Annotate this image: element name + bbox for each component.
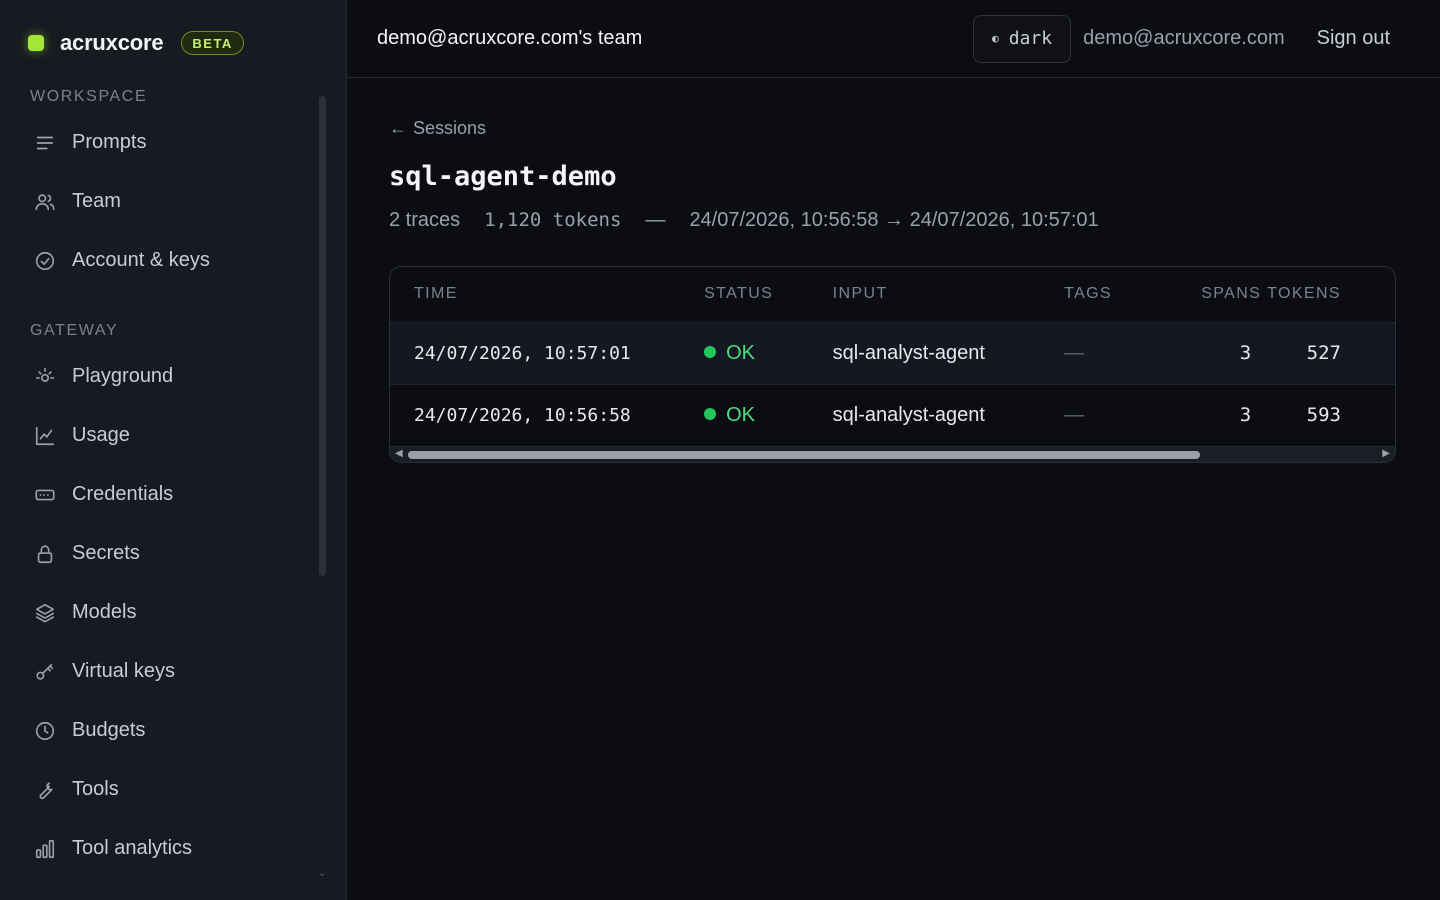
sidebar-item-tools[interactable]: Tools: [0, 760, 320, 819]
back-link-label: Sessions: [413, 117, 487, 138]
theme-toggle-button[interactable]: ◐ dark: [973, 14, 1072, 63]
team-switcher[interactable]: demo@acruxcore.com's team: [377, 27, 642, 50]
half-moon-icon: ◐: [992, 32, 999, 45]
sidebar-item-prompts[interactable]: Prompts: [0, 113, 320, 172]
cell-time: 24/07/2026, 10:56:58: [390, 383, 681, 446]
sidebar-item-budgets[interactable]: Budgets: [0, 701, 320, 760]
brand-name: acruxcore: [60, 30, 164, 55]
sidebar-item-label: Virtual keys: [72, 660, 176, 682]
meta-separator: —: [645, 208, 666, 231]
session-detail: ← Sessions sql-agent-demo 2 traces 1,120…: [347, 78, 1440, 463]
session-meta: 2 traces 1,120 tokens — 24/07/2026, 10:5…: [389, 206, 1440, 234]
traces-table: TIME STATUS INPUT TAGS SPANS TOKENS 24/0…: [389, 266, 1396, 463]
sidebar-item-usage[interactable]: Usage: [0, 406, 320, 465]
sidebar-item-secrets[interactable]: Secrets: [0, 524, 320, 583]
column-header-spans[interactable]: SPANS: [1151, 267, 1261, 322]
sidebar-item-label: Credentials: [72, 483, 174, 505]
column-header-input[interactable]: INPUT: [809, 267, 1040, 322]
sidebar-nav: WORKSPACE Prompts Team Account & keys GA…: [0, 86, 320, 878]
trace-count: 2 traces: [389, 208, 461, 231]
sidebar-item-team[interactable]: Team: [0, 172, 320, 231]
cell-tokens: 527: [1261, 321, 1395, 384]
layers-icon: [35, 603, 55, 623]
sidebar-item-models[interactable]: Models: [0, 583, 320, 642]
sidebar-item-virtual-keys[interactable]: Virtual keys: [0, 642, 320, 701]
column-header-tokens[interactable]: TOKENS: [1261, 267, 1395, 322]
sidebar-item-label: Usage: [72, 424, 130, 446]
status-ok-dot: [704, 345, 717, 358]
beta-badge: BETA: [181, 31, 244, 55]
brand[interactable]: acruxcore BETA: [0, 0, 346, 86]
topbar: demo@acruxcore.com's team ◐ dark demo@ac…: [347, 0, 1440, 78]
scroll-right-icon[interactable]: ▶: [1382, 448, 1390, 459]
users-icon: [35, 193, 55, 210]
section-label-gateway: GATEWAY: [30, 322, 119, 339]
sidebar-item-playground[interactable]: Playground: [0, 347, 320, 406]
sidebar-item-label: Models: [72, 601, 137, 623]
sun-icon: [35, 367, 55, 382]
time-range: 24/07/2026, 10:56:58 → 24/07/2026, 10:57…: [689, 208, 1099, 231]
back-to-sessions-link[interactable]: ← Sessions: [389, 116, 1440, 140]
theme-toggle-label: dark: [1008, 28, 1053, 49]
sidebar-item-account-keys[interactable]: Account & keys: [0, 231, 320, 290]
column-header-time[interactable]: TIME: [390, 267, 680, 322]
sidebar-item-tool-analytics[interactable]: Tool analytics: [0, 819, 320, 878]
cell-spans: 3: [1151, 383, 1262, 446]
scroll-down-icon[interactable]: ⌄: [318, 868, 326, 879]
cell-time: 24/07/2026, 10:57:01: [390, 321, 681, 384]
brand-logo-icon: [28, 35, 44, 51]
cell-tags: —: [1040, 321, 1152, 384]
page-title: sql-agent-demo: [389, 161, 617, 192]
lines-icon: [36, 136, 54, 149]
cell-tokens: 593: [1261, 383, 1395, 446]
user-email: demo@acruxcore.com: [1083, 27, 1285, 49]
card-icon: [35, 489, 55, 500]
scrollbar-thumb[interactable]: [408, 451, 1200, 459]
sidebar-item-label: Tool analytics: [72, 837, 193, 859]
sidebar-item-label: Account & keys: [72, 249, 210, 271]
table-row[interactable]: 24/07/2026, 10:57:01 OK sql-analyst-agen…: [390, 321, 1395, 384]
sidebar-item-credentials[interactable]: Credentials: [0, 465, 320, 524]
table-horizontal-scrollbar[interactable]: ◀ ▶: [390, 446, 1395, 462]
check-circle-icon: [35, 251, 55, 270]
token-count: 1,120 tokens: [484, 209, 622, 231]
sidebar: acruxcore BETA WORKSPACE Prompts Team Ac…: [0, 0, 347, 900]
clock-icon: [35, 721, 55, 740]
scroll-left-icon[interactable]: ◀: [395, 448, 403, 459]
main-area: demo@acruxcore.com's team ◐ dark demo@ac…: [347, 0, 1440, 900]
table-row[interactable]: 24/07/2026, 10:56:58 OK sql-analyst-agen…: [390, 383, 1395, 446]
cell-tags: —: [1040, 383, 1152, 446]
status-label: OK: [726, 403, 755, 426]
table-header-row: TIME STATUS INPUT TAGS SPANS TOKENS: [390, 267, 1395, 322]
column-header-status[interactable]: STATUS: [680, 267, 809, 322]
section-label-workspace: WORKSPACE: [30, 88, 148, 105]
sidebar-item-label: Prompts: [72, 131, 147, 153]
cell-status: OK: [680, 383, 809, 446]
column-header-tags[interactable]: TAGS: [1040, 267, 1151, 322]
cell-spans: 3: [1151, 321, 1262, 384]
sign-out-button[interactable]: Sign out: [1317, 27, 1390, 50]
arrow-left-icon: ←: [389, 117, 407, 138]
status-label: OK: [726, 341, 755, 364]
cell-input: sql-analyst-agent: [808, 321, 1041, 384]
wrench-icon: [39, 781, 53, 799]
topbar-actions: ◐ dark demo@acruxcore.com Sign out: [973, 0, 1440, 77]
sidebar-item-label: Playground: [72, 365, 174, 387]
cell-status: OK: [680, 321, 809, 384]
line-chart-icon: [35, 426, 55, 445]
lock-icon: [37, 544, 53, 563]
sidebar-item-label: Tools: [72, 778, 119, 800]
bar-chart-icon: [35, 839, 55, 858]
cell-input: sql-analyst-agent: [808, 383, 1041, 446]
sidebar-item-label: Team: [72, 190, 121, 212]
sidebar-scrollbar[interactable]: [319, 96, 326, 576]
status-ok-dot: [704, 407, 717, 420]
sidebar-item-label: Secrets: [72, 542, 140, 564]
key-icon: [36, 663, 54, 680]
sidebar-item-label: Budgets: [72, 719, 146, 741]
app-shell: acruxcore BETA WORKSPACE Prompts Team Ac…: [0, 0, 1440, 900]
